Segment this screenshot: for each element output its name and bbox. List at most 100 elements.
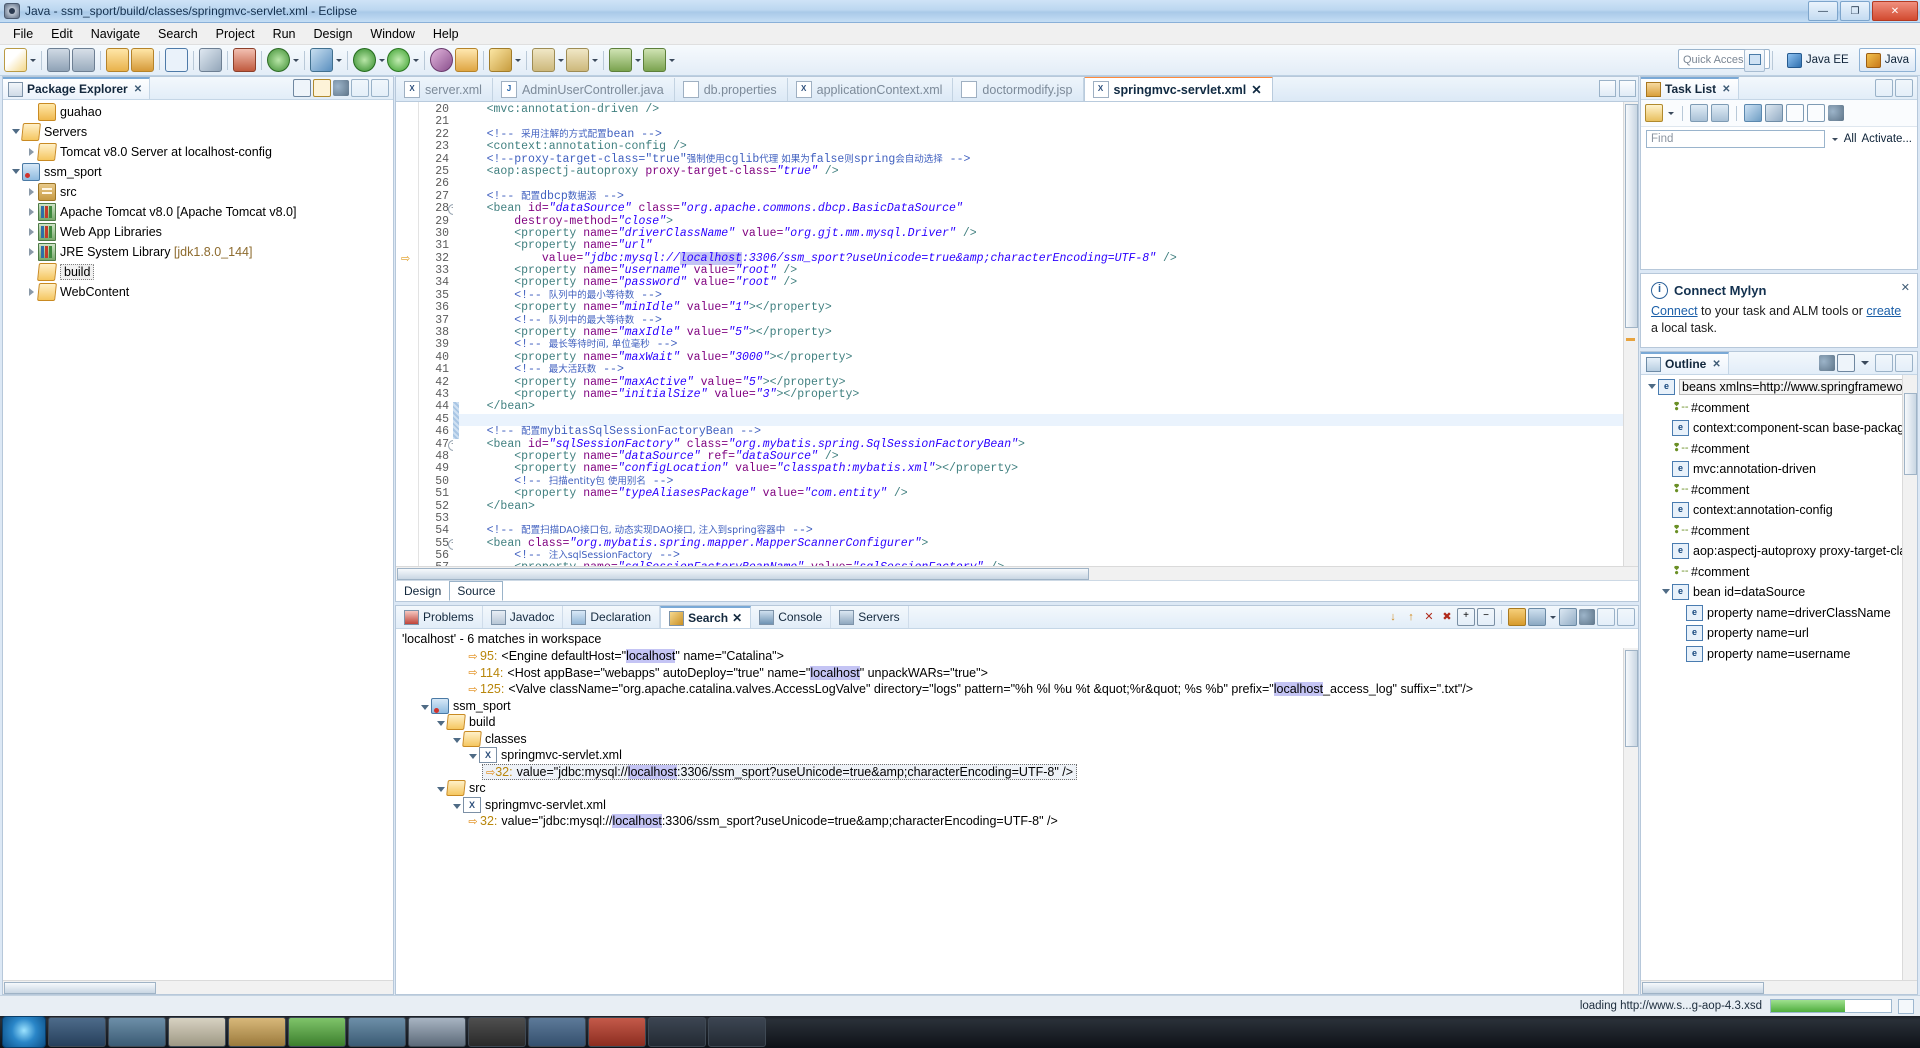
maximize-icon[interactable]	[371, 79, 389, 97]
bottom-tab-javadoc[interactable]: Javadoc	[483, 606, 564, 628]
find-dropdown-icon[interactable]	[1830, 128, 1839, 150]
export-icon[interactable]	[106, 48, 129, 72]
search-results-body[interactable]: ⇨ 95: <Engine defaultHost="localhost" name…	[396, 648, 1638, 994]
expand-arrow-icon[interactable]	[450, 797, 463, 813]
collapse-all-icon[interactable]: −	[1477, 608, 1495, 626]
expand-arrow-icon[interactable]	[434, 780, 447, 796]
maximize-button[interactable]: ❐	[1840, 1, 1870, 21]
taskbar-item[interactable]	[48, 1017, 106, 1047]
expand-arrow-icon[interactable]	[466, 747, 479, 763]
search-file-row[interactable]: src	[396, 780, 1638, 797]
edit-dropdown-icon[interactable]	[513, 49, 522, 71]
search-results-vscrollbar[interactable]	[1623, 648, 1638, 994]
taskbar-item[interactable]	[168, 1017, 226, 1047]
close-icon[interactable]: ✕	[1712, 359, 1720, 370]
maximize-icon[interactable]	[1895, 79, 1913, 97]
expand-arrow-icon[interactable]	[418, 698, 431, 714]
close-button[interactable]: ✕	[1872, 1, 1918, 21]
next-match-icon[interactable]: ↓	[1385, 609, 1401, 625]
previous-annotation-dropdown-icon[interactable]	[556, 49, 565, 71]
expand-arrow-icon[interactable]	[9, 162, 22, 182]
new-package-icon[interactable]	[455, 48, 478, 72]
taskbar-item[interactable]	[708, 1017, 766, 1047]
expand-arrow-icon[interactable]	[25, 242, 38, 262]
outline-vscrollbar[interactable]	[1902, 375, 1917, 980]
minimize-button[interactable]: —	[1808, 1, 1838, 21]
minimize-icon[interactable]	[1875, 354, 1893, 372]
maximize-icon[interactable]	[1619, 80, 1636, 97]
collapse-all-icon[interactable]	[293, 79, 311, 97]
outline-item[interactable]: ❢-- #comment	[1641, 439, 1917, 460]
search-file-row[interactable]: build	[396, 714, 1638, 731]
new-task-icon[interactable]	[1645, 104, 1663, 122]
filter-icon[interactable]	[1765, 104, 1783, 122]
tab-package-explorer[interactable]: Package Explorer ✕	[3, 77, 151, 99]
package-explorer-body[interactable]: guahao Servers Tomcat v8.0 Server at loc…	[3, 100, 393, 980]
search-match-row[interactable]: ⇨32:value="jdbc:mysql://localhost:3306/s…	[396, 813, 1638, 830]
skip-breakpoints-icon[interactable]	[199, 48, 222, 72]
close-icon[interactable]: ✕	[1901, 281, 1910, 294]
task-filter-all-label[interactable]: All	[1844, 133, 1857, 145]
expand-arrow-icon[interactable]	[434, 714, 447, 730]
outline-item[interactable]: e mvc:annotation-driven	[1641, 459, 1917, 480]
outline-item[interactable]: ebeans xmlns=http://www.springframework.…	[1641, 377, 1917, 398]
view-menu-icon[interactable]	[333, 80, 349, 96]
new-java-project-dropdown-icon[interactable]	[291, 49, 300, 71]
expand-arrow-icon[interactable]	[9, 122, 22, 142]
minimize-icon[interactable]	[1599, 80, 1616, 97]
mylyn-connect-link[interactable]: Connect	[1651, 304, 1698, 318]
taskbar-item[interactable]	[288, 1017, 346, 1047]
back-icon[interactable]	[609, 48, 632, 72]
debug-dropdown-icon[interactable]	[334, 49, 343, 71]
new-icon[interactable]	[4, 48, 27, 72]
editor-tab-adminusercontroller-java[interactable]: J AdminUserController.java	[493, 78, 675, 101]
save-all-icon[interactable]	[72, 48, 95, 72]
outline-item[interactable]: e property name=username	[1641, 644, 1917, 665]
expand-arrow-icon[interactable]	[25, 202, 38, 222]
perspective-java-ee[interactable]: Java EE	[1780, 48, 1856, 72]
package-explorer-item[interactable]: Apache Tomcat v8.0 [Apache Tomcat v8.0]	[3, 202, 393, 222]
outline-item[interactable]: e bean id=dataSource	[1641, 582, 1917, 603]
expand-arrow-icon[interactable]	[1645, 377, 1658, 397]
outline-item[interactable]: ❢-- #comment	[1641, 398, 1917, 419]
menu-navigate[interactable]: Navigate	[82, 25, 149, 43]
menu-project[interactable]: Project	[207, 25, 264, 43]
close-icon[interactable]: ✕	[1722, 84, 1730, 95]
package-explorer-hscrollbar[interactable]	[3, 980, 393, 994]
search-file-row[interactable]: classes	[396, 730, 1638, 748]
edit-icon[interactable]	[489, 48, 512, 72]
minimize-icon[interactable]	[351, 79, 369, 97]
editor-source-code[interactable]: <mvc:annotation-driven /> <!-- 采用注解的方式配置…	[459, 102, 1638, 566]
expand-icon[interactable]	[1807, 104, 1825, 122]
remove-all-matches-icon[interactable]: ✖	[1439, 609, 1455, 625]
menu-search[interactable]: Search	[149, 25, 207, 43]
editor-marker-ruler[interactable]: ⇨	[396, 102, 419, 566]
package-explorer-item[interactable]: guahao	[3, 102, 393, 122]
task-list-body[interactable]	[1641, 151, 1917, 269]
taskbar-item[interactable]	[648, 1017, 706, 1047]
outline-item[interactable]: ❢-- #comment	[1641, 521, 1917, 542]
outline-item[interactable]: e context:component-scan base-package=com	[1641, 418, 1917, 439]
bottom-tab-declaration[interactable]: Declaration	[563, 606, 661, 628]
perspective-java[interactable]: Java	[1858, 48, 1916, 72]
outline-item[interactable]: ❢-- #comment	[1641, 480, 1917, 501]
run-current-search-icon[interactable]	[1508, 608, 1526, 626]
collapse-all-icon[interactable]	[1837, 354, 1855, 372]
view-menu-icon[interactable]	[1857, 355, 1873, 371]
view-menu-icon[interactable]	[1579, 609, 1595, 625]
expand-arrow-icon[interactable]	[25, 142, 38, 162]
expand-arrow-icon[interactable]	[450, 731, 463, 747]
editor-tab-server-xml[interactable]: X server.xml	[396, 78, 493, 101]
bottom-tab-console[interactable]: Console	[751, 606, 832, 628]
outline-item[interactable]: e context:annotation-config	[1641, 500, 1917, 521]
taskbar-item[interactable]	[408, 1017, 466, 1047]
menu-design[interactable]: Design	[305, 25, 362, 43]
bottom-tab-problems[interactable]: Problems	[396, 606, 483, 628]
pin-search-icon[interactable]	[1559, 608, 1577, 626]
previous-searches-icon[interactable]	[1528, 608, 1546, 626]
editor-text-area[interactable]: ⇨ 202122232425262728−2930313233343536373…	[396, 102, 1638, 566]
expand-all-icon[interactable]: +	[1457, 608, 1475, 626]
forward-icon[interactable]	[643, 48, 666, 72]
outline-item[interactable]: ❢-- #comment	[1641, 562, 1917, 583]
menu-help[interactable]: Help	[424, 25, 468, 43]
